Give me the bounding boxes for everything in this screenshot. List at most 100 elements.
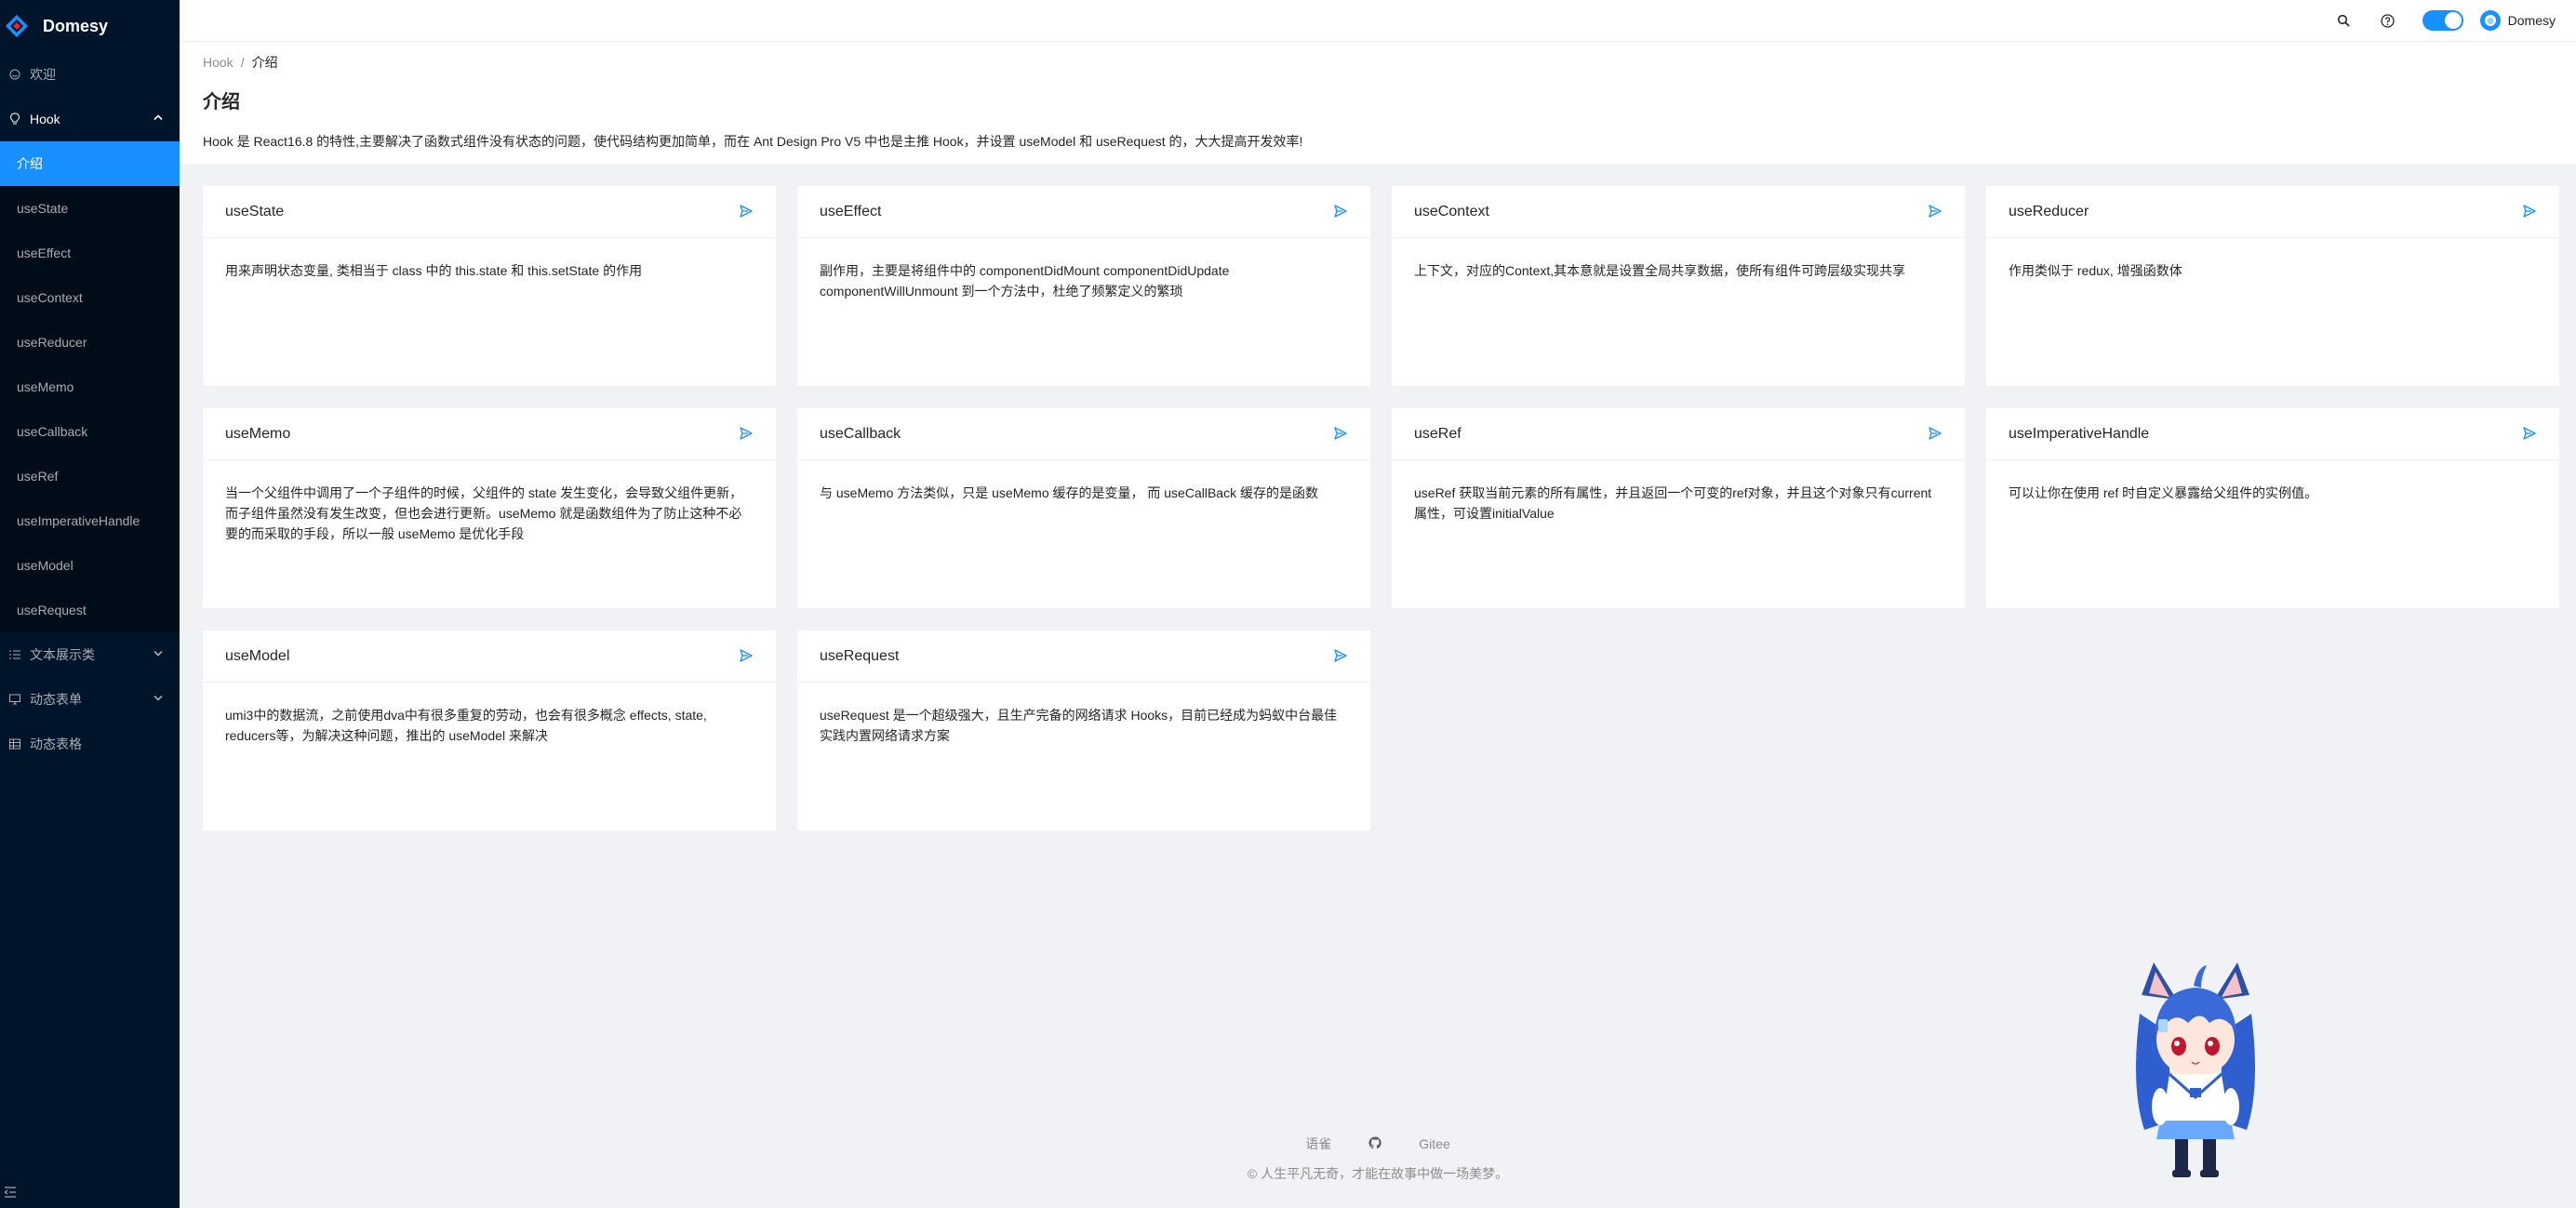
desktop-icon (7, 694, 22, 705)
theme-switch[interactable] (2422, 10, 2463, 31)
card-body: 副作用，主要是将组件中的 componentDidMount component… (820, 263, 1230, 299)
smile-icon (7, 69, 22, 80)
send-icon[interactable] (1333, 648, 1348, 663)
sidebar-item-useref[interactable]: useRef (0, 454, 180, 498)
card-title: useContext (1414, 203, 1489, 219)
sidebar-item-intro[interactable]: 介绍 (0, 141, 180, 186)
top-header: Domesy (180, 0, 2576, 42)
card-title: useEffect (820, 203, 882, 219)
card-body: 当一个父组件中调用了一个子组件的时候，父组件的 state 发生变化，会导致父组… (225, 485, 743, 541)
breadcrumb-item-hook[interactable]: Hook (203, 55, 234, 70)
chevron-down-icon (153, 695, 163, 705)
footer-copyright-text: 人生平凡无奇，才能在故事中做一场美梦。 (1261, 1166, 1509, 1181)
logo-icon (6, 15, 28, 37)
card-body: umi3中的数据流，之前使用dva中有很多重复的劳动，也会有很多概念 effec… (225, 708, 707, 743)
sidebar-item-dynamic-table[interactable]: 动态表格 (0, 722, 180, 766)
breadcrumb: Hook / 介绍 (203, 53, 2576, 72)
card-header: useMemo (203, 408, 776, 460)
card-header: useRef (1392, 408, 1965, 460)
sidebar-item-usecontext[interactable]: useContext (0, 275, 180, 320)
table-icon (7, 738, 22, 750)
card-useeffect: useEffect 副作用，主要是将组件中的 componentDidMount… (797, 186, 1370, 386)
card-usememo: useMemo 当一个父组件中调用了一个子组件的时候，父组件的 state 发生… (203, 408, 776, 608)
card-title: useImperativeHandle (2009, 425, 2150, 442)
card-title: useMemo (225, 425, 291, 442)
card-header: useCallback (797, 408, 1370, 460)
sidebar-item-dynamic-form[interactable]: 动态表单 (0, 677, 180, 722)
question-icon[interactable] (2380, 12, 2396, 29)
card-useimperativehandle: useImperativeHandle 可以让你在使用 ref 时自定义暴露给父… (1986, 408, 2559, 608)
card-header: useContext (1392, 186, 1965, 238)
bulb-icon (7, 113, 22, 126)
card-header: useModel (203, 631, 776, 683)
chevron-up-icon (153, 114, 163, 125)
card-body: 作用类似于 redux, 增强函数体 (2009, 263, 2182, 278)
card-title: useState (225, 203, 285, 219)
sidebar-item-usememo[interactable]: useMemo (0, 365, 180, 409)
send-icon[interactable] (1333, 204, 1348, 219)
page-header: Hook / 介绍 介绍 Hook 是 React16.8 的特性,主要解决了函数式… (180, 42, 2576, 164)
sidebar-item-usecallback[interactable]: useCallback (0, 409, 180, 454)
send-icon[interactable] (739, 648, 754, 663)
sidebar-item-label: 文本展示类 (30, 647, 95, 662)
page-description: Hook 是 React16.8 的特性,主要解决了函数式组件没有状态的问题，使… (203, 134, 1303, 149)
send-icon[interactable] (2522, 204, 2537, 219)
sidebar-item-label: 欢迎 (30, 67, 56, 82)
card-header: useImperativeHandle (1986, 408, 2559, 460)
logo[interactable]: Domesy (0, 0, 180, 52)
card-userequest: useRequest useRequest 是一个超级强大，且生产完备的网络请求… (797, 631, 1370, 830)
card-usemodel: useModel umi3中的数据流，之前使用dva中有很多重复的劳动，也会有很… (203, 631, 776, 830)
sidebar-item-usemodel[interactable]: useModel (0, 543, 180, 588)
breadcrumb-separator: / (240, 55, 245, 70)
card-header: useReducer (1986, 186, 2559, 238)
user-name[interactable]: Domesy (2508, 13, 2556, 28)
card-body: 上下文，对应的Context,其本意就是设置全局共享数据，使所有组件可跨层级实现… (1414, 263, 1906, 278)
sidebar-item-usestate[interactable]: useState (0, 186, 180, 231)
github-icon[interactable] (1368, 1135, 1381, 1152)
sidebar-item-label: 动态表单 (30, 692, 82, 707)
card-useref: useRef useRef 获取当前元素的所有属性，并且返回一个可变的ref对象… (1392, 408, 1965, 608)
send-icon[interactable] (1333, 426, 1348, 441)
avatar[interactable] (2479, 10, 2501, 31)
sidebar-item-label: Hook (30, 112, 60, 126)
footer-links: 语雀 Gitee (180, 1135, 2576, 1153)
card-body: useRequest 是一个超级强大，且生产完备的网络请求 Hooks，目前已经… (820, 708, 1338, 743)
card-header: useEffect (797, 186, 1370, 238)
footer-link-gitee[interactable]: Gitee (1419, 1136, 1449, 1151)
header-actions: Domesy (2307, 0, 2556, 41)
app-title: Domesy (43, 16, 109, 35)
sidebar-item-useeffect[interactable]: useEffect (0, 231, 180, 275)
card-title: useRequest (820, 647, 900, 664)
card-header: useRequest (797, 631, 1370, 683)
card-body: 用来声明状态变量, 类相当于 class 中的 this.state 和 thi… (225, 263, 643, 278)
card-usecallback: useCallback 与 useMemo 方法类似，只是 useMemo 缓存… (797, 408, 1370, 608)
sidebar-item-usereducer[interactable]: useReducer (0, 320, 180, 365)
footer: 语雀 Gitee © 人生平凡无奇，才能在故事中做一场美梦。 (180, 1135, 2576, 1183)
sidebar-item-useimperativehandle[interactable]: useImperativeHandle (0, 498, 180, 543)
sidebar: Domesy 欢迎 Hook 介绍 useState useEffect use… (0, 0, 180, 1208)
switch-knob (2444, 12, 2462, 29)
hook-submenu: 介绍 useState useEffect useContext useRedu… (0, 141, 180, 632)
page-title: 介绍 (203, 92, 240, 113)
send-icon[interactable] (1928, 426, 1942, 441)
send-icon[interactable] (1928, 204, 1942, 219)
sidebar-item-text-display[interactable]: 文本展示类 (0, 632, 180, 677)
card-body: 可以让你在使用 ref 时自定义暴露给父组件的实例值。 (2009, 485, 2318, 500)
footer-copyright: © 人生平凡无奇，才能在故事中做一场美梦。 (180, 1164, 2576, 1183)
menu-fold-icon[interactable] (4, 1186, 19, 1201)
search-icon[interactable] (2335, 12, 2352, 29)
card-usestate: useState 用来声明状态变量, 类相当于 class 中的 this.st… (203, 186, 776, 386)
sidebar-item-welcome[interactable]: 欢迎 (0, 52, 180, 97)
footer-link-yuque[interactable]: 语雀 (1305, 1135, 1331, 1153)
unordered-list-icon (7, 649, 22, 660)
card-title: useCallback (820, 425, 901, 442)
sidebar-item-userequest[interactable]: useRequest (0, 588, 180, 632)
send-icon[interactable] (739, 204, 754, 219)
send-icon[interactable] (739, 426, 754, 441)
card-title: useReducer (2009, 203, 2089, 219)
copyright-icon: © (1247, 1166, 1258, 1181)
send-icon[interactable] (2522, 426, 2537, 441)
breadcrumb-item-current: 介绍 (251, 55, 278, 70)
card-title: useModel (225, 647, 290, 664)
sidebar-item-hook[interactable]: Hook (0, 97, 180, 141)
